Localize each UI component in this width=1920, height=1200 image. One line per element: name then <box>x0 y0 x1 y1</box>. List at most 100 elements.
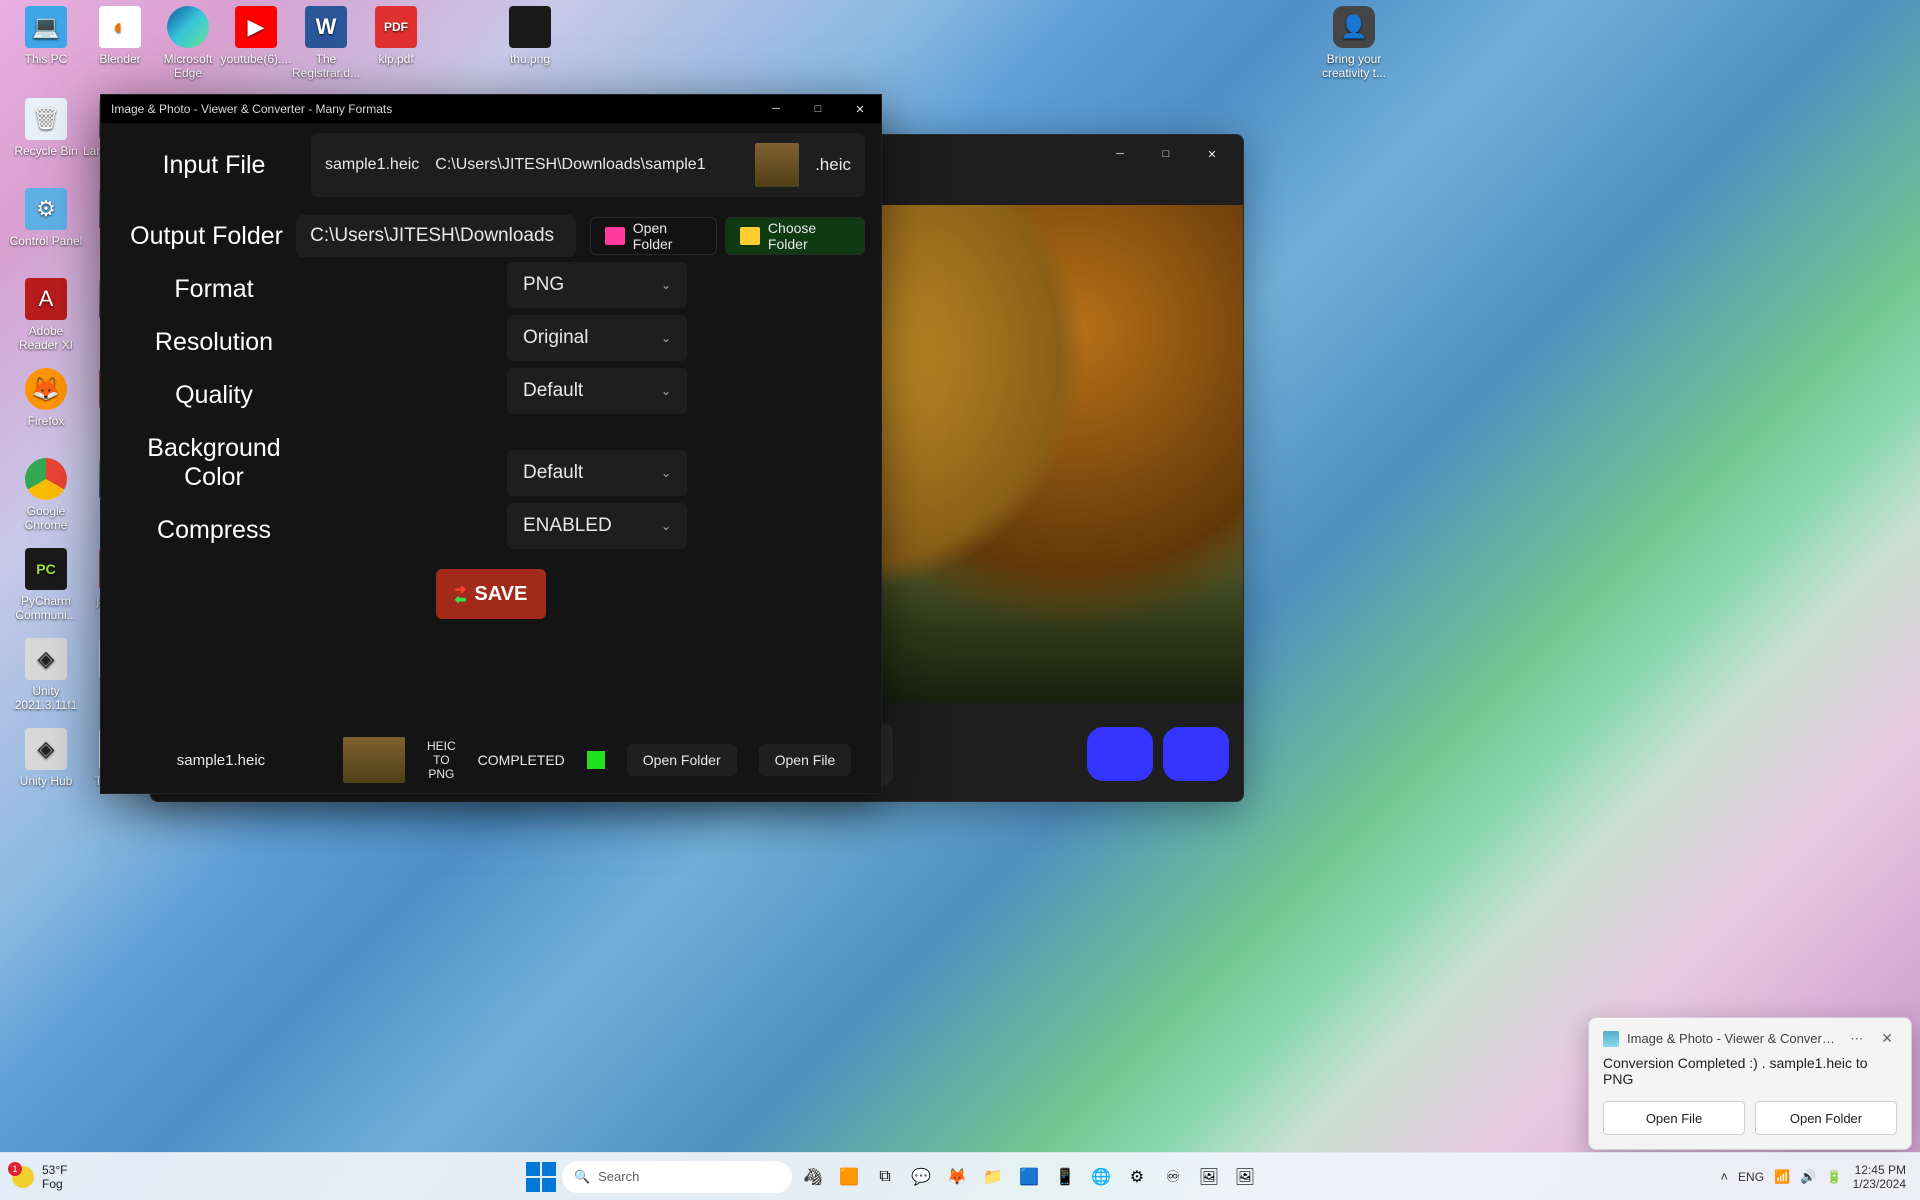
bgcolor-label: Background Color <box>117 434 311 492</box>
weather-condition: Fog <box>42 1177 67 1191</box>
format-value: PNG <box>523 274 564 296</box>
desktop-icon-word[interactable]: WThe Registrar.d... <box>288 6 364 80</box>
chevron-down-icon: ⌄ <box>661 384 671 398</box>
desktop-icon-blender[interactable]: ◐Blender <box>82 6 158 66</box>
taskbar-app-firefox[interactable]: 🦊 <box>942 1162 972 1192</box>
converter-title: Image & Photo - Viewer & Converter - Man… <box>111 102 392 116</box>
converter-minimize-button[interactable]: ─ <box>755 95 797 123</box>
converter-maximize-button[interactable]: □ <box>797 95 839 123</box>
desktop-icon-bring-creativity[interactable]: 👤Bring your creativity t... <box>1316 6 1392 80</box>
taskbar-app-chat[interactable]: 💬 <box>906 1162 936 1192</box>
compress-value: ENABLED <box>523 515 612 537</box>
taskbar[interactable]: 1 53°F Fog 🔍 Search 🦓 🟧 ⧉ 💬 🦊 📁 🟦 📱 🌐 ⚙ … <box>0 1152 1920 1200</box>
viewer-tool-action1[interactable] <box>1087 727 1153 781</box>
bgcolor-dropdown[interactable]: Default ⌄ <box>507 450 687 496</box>
toast-open-file-button[interactable]: Open File <box>1603 1101 1745 1135</box>
taskbar-app-converter[interactable]: 🖼 <box>1194 1162 1224 1192</box>
quality-dropdown[interactable]: Default ⌄ <box>507 368 687 414</box>
toast-close-button[interactable]: ✕ <box>1877 1030 1897 1047</box>
input-file-ext: .heic <box>815 155 851 175</box>
chevron-down-icon: ⌄ <box>661 466 671 480</box>
input-file-path: C:\Users\JITESH\Downloads\sample1 <box>435 156 739 174</box>
viewer-tool-action2[interactable] <box>1163 727 1229 781</box>
job-row: sample1.heic HEIC TO PNG COMPLETED Open … <box>101 737 881 783</box>
tray-wifi-icon[interactable]: 📶 <box>1774 1169 1790 1185</box>
choose-folder-label: Choose Folder <box>768 220 850 252</box>
toast-message: Conversion Completed :) . sample1.heic t… <box>1603 1055 1897 1087</box>
clock-date: 1/23/2024 <box>1853 1177 1906 1191</box>
save-label: SAVE <box>474 583 527 606</box>
tray-battery-icon[interactable]: 🔋 <box>1826 1169 1842 1185</box>
folder-icon <box>605 227 625 245</box>
taskbar-app-vs[interactable]: ♾ <box>1158 1162 1188 1192</box>
desktop-icon-adobe-reader[interactable]: AAdobe Reader XI <box>8 278 84 352</box>
converter-window[interactable]: Image & Photo - Viewer & Converter - Man… <box>100 94 882 794</box>
desktop-icon-control-panel[interactable]: ⚙Control Panel <box>8 188 84 248</box>
taskbar-search[interactable]: 🔍 Search <box>562 1161 792 1193</box>
taskbar-app-photos[interactable]: 🖼 <box>1230 1162 1260 1192</box>
toast-more-button[interactable]: ⋯ <box>1844 1031 1869 1047</box>
tray-language[interactable]: ENG <box>1738 1170 1764 1184</box>
converter-close-button[interactable]: ✕ <box>839 95 881 123</box>
resolution-dropdown[interactable]: Original⌄ <box>507 315 687 361</box>
taskbar-app-explorer[interactable]: 📁 <box>978 1162 1008 1192</box>
toast-app-name: Image & Photo - Viewer & Converter - M..… <box>1627 1031 1836 1046</box>
weather-temp: 53°F <box>42 1163 67 1177</box>
taskbar-app-settings[interactable]: ⚙ <box>1122 1162 1152 1192</box>
compress-dropdown[interactable]: ENABLED ⌄ <box>507 503 687 549</box>
quality-value: Default <box>523 380 583 402</box>
taskbar-app-2[interactable]: 🟧 <box>834 1162 864 1192</box>
job-status: COMPLETED <box>478 752 565 768</box>
resolution-value: Original <box>523 327 588 349</box>
start-button[interactable] <box>526 1162 556 1192</box>
taskbar-clock[interactable]: 12:45 PM 1/23/2024 <box>1853 1163 1906 1191</box>
input-file-row: Input File sample1.heic C:\Users\JITESH\… <box>117 133 865 197</box>
desktop-icon-this-pc[interactable]: 💻This PC <box>8 6 84 66</box>
desktop-icon-chrome[interactable]: Google Chrome <box>8 458 84 532</box>
tray-chevron-icon[interactable]: ˄ <box>1720 1169 1728 1184</box>
input-file-name: sample1.heic <box>325 156 419 174</box>
desktop-icon-recycle-bin[interactable]: 🗑Recycle Bin <box>8 98 84 158</box>
desktop-icon-youtube[interactable]: ▶youtube(6).... <box>218 6 294 66</box>
job-thumbnail <box>343 737 405 783</box>
taskbar-weather[interactable]: 1 53°F Fog <box>0 1163 79 1191</box>
search-icon: 🔍 <box>574 1169 590 1185</box>
chevron-down-icon: ⌄ <box>661 278 671 292</box>
swap-icon: ➜⬅ <box>455 584 467 604</box>
job-open-file-button[interactable]: Open File <box>759 744 852 776</box>
job-file-name: sample1.heic <box>121 752 321 769</box>
viewer-close-button[interactable]: ✕ <box>1189 139 1235 169</box>
chevron-down-icon: ⌄ <box>661 519 671 533</box>
format-dropdown[interactable]: PNG ⌄ <box>507 262 687 308</box>
open-folder-button[interactable]: Open Folder <box>590 217 717 255</box>
toast-open-folder-button[interactable]: Open Folder <box>1755 1101 1897 1135</box>
output-folder-label: Output Folder <box>117 222 296 251</box>
taskbar-app-store[interactable]: 🟦 <box>1014 1162 1044 1192</box>
desktop-icon-unity[interactable]: ◈Unity 2021.3.11f1 <box>8 638 84 712</box>
input-file-box[interactable]: sample1.heic C:\Users\JITESH\Downloads\s… <box>311 133 865 197</box>
taskbar-app-1[interactable]: 🦓 <box>798 1162 828 1192</box>
quality-label: Quality <box>117 381 311 410</box>
desktop-icon-pdf[interactable]: PDFklp.pdf <box>358 6 434 66</box>
taskbar-app-phone[interactable]: 📱 <box>1050 1162 1080 1192</box>
compress-label: Compress <box>117 516 311 545</box>
converter-titlebar[interactable]: Image & Photo - Viewer & Converter - Man… <box>101 95 881 123</box>
desktop-icon-firefox[interactable]: 🦊Firefox <box>8 368 84 428</box>
bgcolor-value: Default <box>523 462 583 484</box>
format-label: Format <box>117 275 311 304</box>
taskbar-task-view[interactable]: ⧉ <box>870 1162 900 1192</box>
save-button[interactable]: ➜⬅ SAVE <box>436 569 546 619</box>
viewer-minimize-button[interactable]: ─ <box>1097 139 1143 169</box>
desktop-icon-edge[interactable]: Microsoft Edge <box>150 6 226 80</box>
clock-time: 12:45 PM <box>1853 1163 1906 1177</box>
desktop-icon-unity-hub[interactable]: ◈Unity Hub <box>8 728 84 788</box>
job-open-folder-button[interactable]: Open Folder <box>627 744 737 776</box>
tray-volume-icon[interactable]: 🔊 <box>1800 1169 1816 1185</box>
input-file-label: Input File <box>117 151 311 180</box>
desktop-icon-thu[interactable]: thu.png <box>492 6 568 66</box>
choose-folder-button[interactable]: Choose Folder <box>725 217 865 255</box>
viewer-maximize-button[interactable]: □ <box>1143 139 1189 169</box>
taskbar-app-edge[interactable]: 🌐 <box>1086 1162 1116 1192</box>
desktop-icon-pycharm[interactable]: PCPyCharm Communi... <box>8 548 84 622</box>
notification-toast[interactable]: Image & Photo - Viewer & Converter - M..… <box>1588 1017 1912 1150</box>
